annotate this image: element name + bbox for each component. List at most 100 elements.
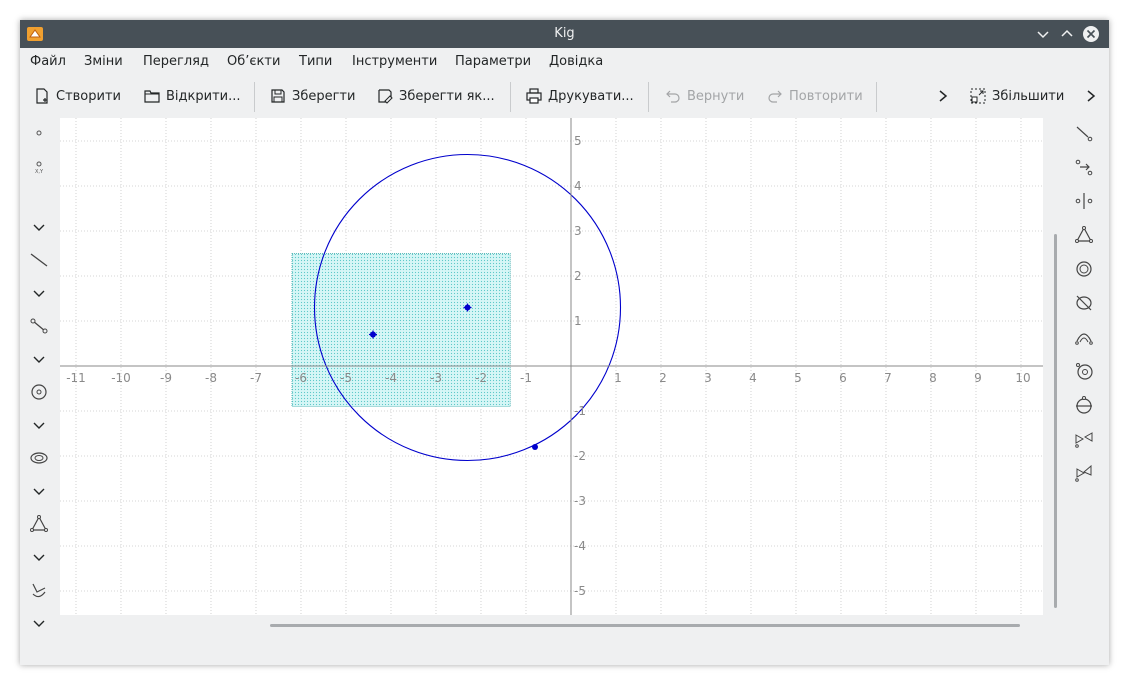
x-tick-label: 5	[794, 371, 802, 385]
geometry-plot[interactable]: -11 -10 -9 -8 -7 -6 -5 -4 -3 -2 -1 1 2 3 4 5 6 7 8 9 1054321…	[60, 118, 1043, 615]
segment-icon[interactable]	[28, 315, 50, 337]
circle-icon[interactable]	[28, 381, 50, 403]
toolbar-more-button[interactable]	[936, 82, 956, 110]
new-button-label: Створити	[56, 88, 121, 104]
menu-objects[interactable]: Об’єкти	[225, 48, 282, 76]
y-tick-label: 2	[574, 269, 582, 283]
main-toolbar: Створити Відкрити... Зберегти Зберегти я…	[20, 78, 1109, 116]
drawing-canvas[interactable]: -11 -10 -9 -8 -7 -6 -5 -4 -3 -2 -1 1 2 3 4 5 6 7 8 9 10 5 4 3 2 1…	[60, 118, 1043, 615]
menu-bar: Файл Зміни Перегляд Об’єкти Типи Інструм…	[20, 48, 1109, 76]
circle-center-icon[interactable]	[1073, 394, 1095, 416]
mirror-icon[interactable]	[1073, 428, 1095, 450]
toolbar-separator	[648, 82, 649, 112]
new-button[interactable]: Створити	[34, 82, 121, 110]
horizontal-scrollbar[interactable]	[270, 624, 1020, 627]
conic-icon[interactable]	[28, 447, 50, 469]
chevron-down-icon[interactable]	[28, 282, 50, 304]
chevron-down-icon[interactable]	[28, 480, 50, 502]
print-button-label: Друкувати...	[548, 88, 634, 104]
save-icon	[271, 89, 285, 103]
x-tick-label: -8	[205, 371, 217, 385]
chevron-down-icon[interactable]	[28, 414, 50, 436]
menu-file[interactable]: Файл	[28, 48, 68, 76]
open-button[interactable]: Відкрити...	[144, 82, 241, 110]
zoom-in-button-label: Збільшити	[992, 88, 1065, 104]
toolbar-separator	[876, 82, 877, 112]
rotation-icon[interactable]	[1073, 462, 1095, 484]
arc-icon[interactable]	[1073, 258, 1095, 280]
menu-types[interactable]: Типи	[297, 48, 334, 76]
x-tick-label: -5	[340, 371, 352, 385]
close-button[interactable]	[1082, 25, 1100, 43]
point-by-coords-icon[interactable]: X,Y	[28, 156, 50, 178]
point-icon[interactable]	[28, 122, 50, 144]
chevron-down-icon[interactable]	[28, 546, 50, 568]
menu-tools[interactable]: Інструменти	[350, 48, 439, 76]
geometry-point[interactable]	[532, 444, 538, 450]
x-tick-label: 7	[884, 371, 892, 385]
transform-icon[interactable]	[28, 579, 50, 601]
x-tick-label: 10	[1015, 371, 1030, 385]
undo-button-label: Вернути	[687, 88, 745, 104]
triangle-icon[interactable]	[1073, 224, 1095, 246]
x-tick-label: -11	[66, 371, 86, 385]
x-tick-label: 4	[749, 371, 757, 385]
menu-edit[interactable]: Зміни	[82, 48, 125, 76]
x-tick-label: -3	[430, 371, 442, 385]
line-icon[interactable]	[28, 249, 50, 271]
arc-three-points-icon[interactable]	[1073, 326, 1095, 348]
print-button[interactable]: Друкувати...	[526, 82, 634, 110]
ray-icon[interactable]	[1073, 122, 1095, 144]
maximize-button[interactable]	[1058, 25, 1076, 43]
x-tick-label: -6	[295, 371, 307, 385]
x-tick-label: 3	[704, 371, 712, 385]
window-title: Kig	[554, 26, 575, 41]
save-as-button-label: Зберегти як...	[399, 88, 495, 104]
x-tick-label: 9	[974, 371, 982, 385]
y-tick-label: -1	[574, 404, 586, 418]
folder-icon	[144, 90, 160, 103]
menu-settings[interactable]: Параметри	[453, 48, 533, 76]
zoom-in-button[interactable]: Збільшити	[970, 82, 1064, 110]
y-tick-label: -2	[574, 449, 586, 463]
x-tick-label: -7	[250, 371, 262, 385]
save-as-icon	[378, 89, 393, 104]
x-tick-label: 8	[929, 371, 937, 385]
new-document-icon	[36, 88, 48, 104]
undo-button[interactable]: Вернути	[665, 82, 744, 110]
svg-text:X,Y: X,Y	[35, 169, 44, 175]
x-tick-label: -4	[385, 371, 397, 385]
chevron-down-icon[interactable]	[28, 348, 50, 370]
menu-help[interactable]: Довідка	[547, 48, 605, 76]
right-object-toolbar	[1059, 116, 1109, 636]
toolbar-overflow-button[interactable]	[1084, 82, 1104, 110]
minimize-button[interactable]	[1034, 25, 1052, 43]
undo-icon	[666, 90, 680, 103]
y-tick-label: 4	[574, 179, 582, 193]
open-button-label: Відкрити...	[166, 88, 241, 104]
chevron-right-icon	[1087, 90, 1096, 102]
kig-window: Kig Файл Зміни Перегляд Об’єкти Типи Інс…	[20, 20, 1109, 665]
x-tick-label: 6	[839, 371, 847, 385]
ellipse-icon[interactable]	[1073, 292, 1095, 314]
x-tick-label: -10	[111, 371, 131, 385]
redo-button[interactable]: Повторити	[767, 82, 863, 110]
redo-icon	[768, 90, 782, 103]
save-as-button[interactable]: Зберегти як...	[377, 82, 495, 110]
menu-view[interactable]: Перегляд	[141, 48, 211, 76]
vertical-scrollbar[interactable]	[1054, 234, 1057, 608]
polygon-icon[interactable]	[28, 513, 50, 535]
y-tick-label: -5	[574, 584, 586, 598]
midpoint-icon[interactable]	[1073, 190, 1095, 212]
y-tick-label: 1	[574, 314, 582, 328]
chevron-down-icon[interactable]	[28, 612, 50, 634]
y-tick-label: -4	[574, 539, 586, 553]
save-button[interactable]: Зберегти	[270, 82, 355, 110]
printer-icon	[526, 88, 542, 104]
x-tick-label: -1	[520, 371, 532, 385]
y-tick-label: 3	[574, 224, 582, 238]
vector-icon[interactable]	[1073, 156, 1095, 178]
y-tick-label: 5	[574, 134, 582, 148]
chevron-down-icon[interactable]	[28, 216, 50, 238]
circle-by-point-icon[interactable]	[1073, 360, 1095, 382]
